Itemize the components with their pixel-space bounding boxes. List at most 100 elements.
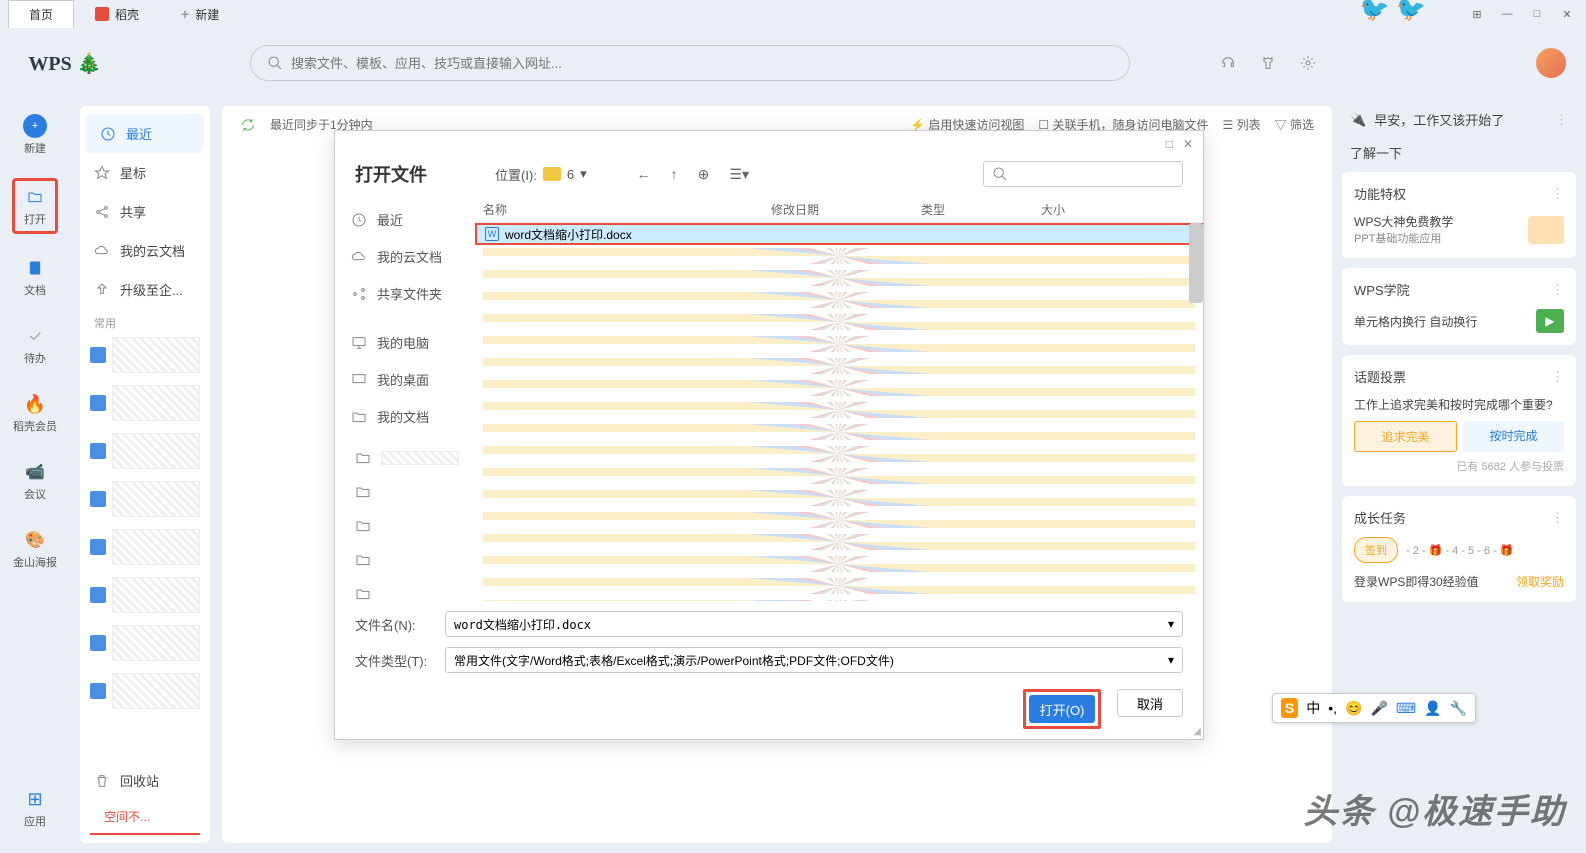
ime-keyboard-icon[interactable]: ⌨ (1396, 700, 1416, 717)
nav-share[interactable]: 共享 (80, 192, 210, 231)
shirt-icon[interactable] (1260, 55, 1276, 71)
nav-recycle[interactable]: 回收站 (80, 761, 210, 800)
ime-person-icon[interactable]: 👤 (1424, 700, 1441, 717)
signin-pill[interactable]: 签到 (1354, 537, 1398, 563)
up-icon[interactable]: ↑ (671, 166, 678, 183)
file-row[interactable] (475, 377, 1203, 399)
file-row[interactable] (475, 267, 1203, 289)
dside-share[interactable]: 共享文件夹 (335, 275, 475, 312)
side-apps[interactable]: ⊞应用 (12, 783, 58, 833)
recent-file-5[interactable] (90, 529, 200, 565)
vote-option-b[interactable]: 按时完成 (1463, 421, 1564, 452)
chevron-down-icon[interactable]: ▾ (580, 166, 587, 182)
gear-icon[interactable] (1300, 55, 1316, 71)
dside-folder-blur5[interactable] (335, 577, 475, 601)
file-row[interactable] (475, 421, 1203, 443)
dialog-close-icon[interactable]: ✕ (1183, 137, 1193, 151)
dside-folder-blur1[interactable] (335, 441, 475, 475)
storage-warning[interactable]: 空间不... (90, 800, 200, 835)
recent-file-8[interactable] (90, 673, 200, 709)
back-icon[interactable]: ← (637, 166, 651, 183)
col-name[interactable]: 名称 (483, 201, 771, 218)
tab-home[interactable]: 首页 (8, 0, 74, 28)
side-meeting[interactable]: 📹会议 (12, 456, 58, 506)
file-row[interactable] (475, 509, 1203, 531)
more-icon[interactable]: ⋮ (1551, 510, 1564, 526)
recent-file-7[interactable] (90, 625, 200, 661)
vote-option-a[interactable]: 追求完美 (1354, 421, 1457, 452)
close-button[interactable]: ✕ (1552, 0, 1582, 28)
recent-file-6[interactable] (90, 577, 200, 613)
dside-folder-blur3[interactable] (335, 509, 475, 543)
more-icon[interactable]: ⋮ (1555, 112, 1568, 128)
recent-file-1[interactable] (90, 337, 200, 373)
view-mode-icon[interactable]: ☰▾ (729, 166, 749, 183)
dside-desktop[interactable]: 我的桌面 (335, 361, 475, 398)
search-box[interactable] (250, 45, 1130, 81)
recent-file-3[interactable] (90, 433, 200, 469)
scrollbar-thumb[interactable] (1189, 223, 1203, 303)
layout-button[interactable]: ⊞ (1462, 0, 1492, 28)
claim-reward[interactable]: 领取奖励 (1516, 573, 1564, 590)
dside-computer[interactable]: 我的电脑 (335, 324, 475, 361)
recent-file-4[interactable] (90, 481, 200, 517)
ime-settings-icon[interactable]: 🔧 (1450, 700, 1467, 717)
chevron-down-icon[interactable]: ▾ (1168, 617, 1174, 631)
dside-recent[interactable]: 最近 (335, 201, 475, 238)
file-row[interactable] (475, 465, 1203, 487)
tab-new[interactable]: +新建 (160, 0, 240, 28)
maximize-button[interactable]: □ (1522, 0, 1552, 28)
feat-item[interactable]: WPS大神免费教学 PPT基础功能应用 (1354, 213, 1564, 246)
nav-star[interactable]: 星标 (80, 153, 210, 192)
new-folder-icon[interactable]: ⊕ (698, 166, 710, 183)
file-row[interactable] (475, 443, 1203, 465)
minimize-button[interactable]: — (1492, 0, 1522, 28)
dside-folder-blur2[interactable] (335, 475, 475, 509)
side-open[interactable]: 打开 (12, 178, 58, 234)
search-input[interactable] (291, 56, 1113, 71)
file-list[interactable]: W word文档缩小打印.docx (475, 223, 1203, 601)
filetype-select[interactable]: 常用文件(文字/Word格式;表格/Excel格式;演示/PowerPoint格… (445, 647, 1183, 673)
side-docs[interactable]: 文档 (12, 252, 58, 302)
chevron-down-icon[interactable]: ▾ (1168, 653, 1174, 667)
more-icon[interactable]: ⋮ (1551, 186, 1564, 202)
file-row[interactable] (475, 311, 1203, 333)
file-row[interactable] (475, 531, 1203, 553)
more-icon[interactable]: ⋮ (1551, 369, 1564, 385)
dialog-search[interactable] (983, 161, 1183, 187)
col-size[interactable]: 大小 (1041, 201, 1195, 218)
ime-punct[interactable]: •, (1328, 700, 1337, 716)
dialog-max-icon[interactable]: □ (1166, 137, 1173, 151)
more-icon[interactable]: ⋮ (1551, 282, 1564, 298)
side-poster[interactable]: 🎨金山海报 (12, 524, 58, 574)
side-member[interactable]: 🔥稻壳会员 (12, 388, 58, 438)
avatar[interactable] (1536, 48, 1566, 78)
ime-zh[interactable]: 中 (1306, 698, 1320, 718)
tab-docker[interactable]: 稻壳 (74, 0, 160, 28)
resize-grip[interactable]: ◢ (1193, 726, 1201, 737)
ime-emoji-icon[interactable]: 😊 (1345, 700, 1362, 717)
side-new[interactable]: +新建 (12, 110, 58, 160)
dside-mydocs[interactable]: 我的文档 (335, 398, 475, 435)
side-todo[interactable]: 待办 (12, 320, 58, 370)
dside-cloud[interactable]: 我的云文档 (335, 238, 475, 275)
ime-mic-icon[interactable]: 🎤 (1370, 700, 1387, 717)
file-row[interactable] (475, 245, 1203, 267)
ime-toolbar[interactable]: S 中 •, 😊 🎤 ⌨ 👤 🔧 (1272, 693, 1476, 723)
col-type[interactable]: 类型 (921, 201, 1041, 218)
filename-input[interactable]: word文档缩小打印.docx▾ (445, 611, 1183, 637)
file-row[interactable] (475, 399, 1203, 421)
file-row[interactable] (475, 289, 1203, 311)
filter-button[interactable]: ▽ 筛选 (1275, 116, 1314, 133)
nav-recent[interactable]: 最近 (86, 114, 204, 153)
file-row[interactable] (475, 333, 1203, 355)
open-button[interactable]: 打开(O) (1029, 695, 1095, 723)
recent-file-2[interactable] (90, 385, 200, 421)
file-row-selected[interactable]: W word文档缩小打印.docx (475, 223, 1203, 245)
file-row[interactable] (475, 355, 1203, 377)
nav-cloud[interactable]: 我的云文档 (80, 231, 210, 270)
view-list[interactable]: ☰ 列表 (1223, 116, 1261, 133)
file-row[interactable] (475, 575, 1203, 597)
dside-folder-blur4[interactable] (335, 543, 475, 577)
headset-icon[interactable] (1220, 55, 1236, 71)
